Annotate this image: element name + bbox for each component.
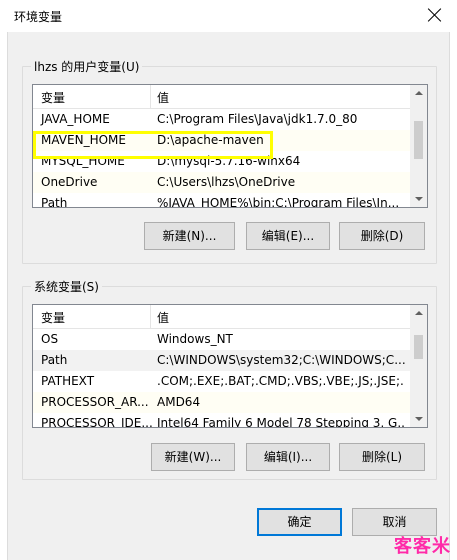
list-item[interactable]: PROCESSOR_IDE... Intel64 Family 6 Model … (33, 413, 427, 427)
system-edit-button[interactable]: 编辑(I)... (246, 443, 330, 471)
window-title: 环境变量 (14, 10, 63, 24)
list-item[interactable]: Path %JAVA_HOME%\bin;C:\Program Files\In… (33, 193, 427, 207)
list-item[interactable]: Path C:\WINDOWS\system32;C:\WINDOWS;C... (33, 350, 427, 371)
system-variables-label: 系统变量(S) (31, 278, 102, 295)
ok-button[interactable]: 确定 (257, 508, 342, 536)
scrollbar-thumb[interactable] (414, 121, 423, 159)
list-item[interactable]: PROCESSOR_AR... AMD64 (33, 392, 427, 413)
list-item[interactable]: PATHEXT .COM;.EXE;.BAT;.CMD;.VBS;.VBE;.J… (33, 371, 427, 392)
title-bar: 环境变量 (0, 0, 457, 32)
watermark-logo: 客客米 (394, 536, 451, 557)
close-icon[interactable] (427, 7, 443, 23)
user-list-header: 变量 值 (33, 85, 427, 109)
list-item[interactable]: OS Windows_NT (33, 329, 427, 350)
scroll-down-icon[interactable] (410, 410, 427, 427)
scroll-up-icon[interactable] (410, 305, 427, 322)
user-variables-label: lhzs 的用户变量(U) (31, 58, 143, 75)
column-divider[interactable] (150, 305, 151, 328)
column-divider[interactable] (150, 85, 151, 108)
scroll-down-icon[interactable] (410, 190, 427, 207)
column-header-value[interactable]: 值 (157, 309, 169, 326)
list-item[interactable]: OneDrive C:\Users\lhzs\OneDrive (33, 172, 427, 193)
system-list-scrollbar[interactable] (410, 305, 427, 427)
highlight-box (33, 131, 273, 159)
column-header-variable[interactable]: 变量 (41, 309, 65, 326)
system-delete-button[interactable]: 删除(L) (339, 443, 425, 471)
user-list-scrollbar[interactable] (410, 85, 427, 207)
user-edit-button[interactable]: 编辑(E)... (246, 222, 330, 250)
column-header-variable[interactable]: 变量 (41, 89, 65, 106)
scrollbar-thumb[interactable] (414, 335, 423, 359)
list-item[interactable]: JAVA_HOME C:\Program Files\Java\jdk1.7.0… (33, 109, 427, 130)
dialog-body: lhzs 的用户变量(U) 变量 值 JAVA_HOME C:\Program … (7, 32, 450, 560)
user-new-button[interactable]: 新建(N)... (144, 222, 235, 250)
scroll-up-icon[interactable] (410, 85, 427, 102)
system-new-button[interactable]: 新建(W)... (151, 443, 235, 471)
system-variables-list[interactable]: 变量 值 OS Windows_NT Path C:\WINDOWS\syste… (32, 304, 428, 428)
column-header-value[interactable]: 值 (157, 89, 169, 106)
system-list-header: 变量 值 (33, 305, 427, 329)
user-delete-button[interactable]: 删除(D) (339, 222, 425, 250)
